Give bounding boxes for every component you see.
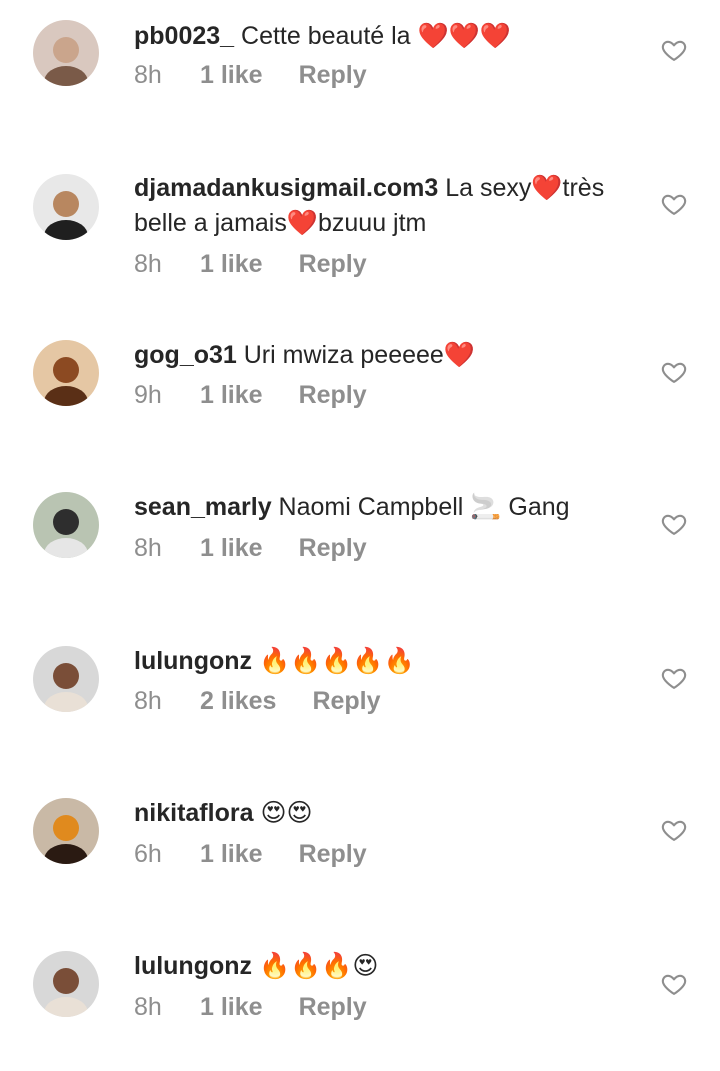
- comment-body: sean_marly Naomi Campbell 🚬 Gang: [134, 489, 624, 525]
- reply-button[interactable]: Reply: [299, 533, 367, 563]
- comment-text: Naomi Campbell: [271, 493, 471, 521]
- comment-username[interactable]: nikitaflora: [134, 799, 253, 827]
- comment-username[interactable]: djamadankusigmail.com3: [134, 174, 438, 202]
- comment-emoji: 😍😍: [260, 798, 313, 827]
- comment-emoji: ❤️: [531, 173, 563, 202]
- comment-text: Cette beauté la: [234, 22, 418, 50]
- comment-likes[interactable]: 1 like: [200, 249, 263, 279]
- comment-meta: 8h 1 like Reply: [134, 60, 367, 90]
- comment-body: lulungonz 🔥🔥🔥🔥🔥: [134, 643, 624, 679]
- comment-timestamp: 8h: [134, 534, 162, 562]
- comment-text: La sexy: [438, 174, 532, 202]
- comment-body: lulungonz 🔥🔥🔥😍: [134, 948, 624, 984]
- comment-body: djamadankusigmail.com3 La sexy❤️très bel…: [134, 170, 624, 241]
- comment-username[interactable]: gog_o31: [134, 341, 237, 369]
- comment-meta: 8h 1 like Reply: [134, 992, 367, 1022]
- comment-meta: 8h 2 likes Reply: [134, 686, 381, 716]
- comment-timestamp: 9h: [134, 381, 162, 409]
- avatar[interactable]: [33, 174, 99, 240]
- reply-button[interactable]: Reply: [299, 839, 367, 869]
- comment-likes[interactable]: 1 like: [200, 60, 263, 90]
- like-heart-icon[interactable]: [660, 816, 688, 844]
- comment-body: pb0023_ Cette beauté la ❤️❤️❤️: [134, 18, 624, 54]
- comment-username[interactable]: sean_marly: [134, 493, 272, 521]
- avatar[interactable]: [33, 20, 99, 86]
- comment-likes[interactable]: 2 likes: [200, 686, 276, 716]
- like-heart-icon[interactable]: [660, 970, 688, 998]
- comment-text-after: Gang: [501, 493, 570, 521]
- comment-timestamp: 8h: [134, 687, 162, 715]
- like-heart-icon[interactable]: [660, 190, 688, 218]
- comment-emoji: 🔥🔥🔥😍: [258, 951, 379, 980]
- like-heart-icon[interactable]: [660, 36, 688, 64]
- avatar[interactable]: [33, 951, 99, 1017]
- comment-emoji: ❤️❤️❤️: [417, 21, 511, 50]
- comment-timestamp: 8h: [134, 250, 162, 278]
- comments-list: pb0023_ Cette beauté la ❤️❤️❤️ 8h 1 like Re…: [0, 0, 720, 1071]
- comment-username[interactable]: pb0023_: [134, 22, 234, 50]
- comment-username[interactable]: lulungonz: [134, 647, 252, 675]
- comment-timestamp: 8h: [134, 61, 162, 89]
- comment-likes[interactable]: 1 like: [200, 533, 263, 563]
- reply-button[interactable]: Reply: [299, 60, 367, 90]
- comment-likes[interactable]: 1 like: [200, 839, 263, 869]
- like-heart-icon[interactable]: [660, 664, 688, 692]
- comment-body: nikitaflora 😍😍: [134, 795, 624, 831]
- comment-text: Uri mwiza peeeee: [236, 341, 444, 369]
- avatar[interactable]: [33, 340, 99, 406]
- comment-meta: 9h 1 like Reply: [134, 380, 367, 410]
- avatar[interactable]: [33, 492, 99, 558]
- comment-meta: 6h 1 like Reply: [134, 839, 367, 869]
- reply-button[interactable]: Reply: [299, 380, 367, 410]
- comment-meta: 8h 1 like Reply: [134, 533, 367, 563]
- comment-likes[interactable]: 1 like: [200, 380, 263, 410]
- comment-username[interactable]: lulungonz: [134, 952, 252, 980]
- avatar[interactable]: [33, 798, 99, 864]
- like-heart-icon[interactable]: [660, 510, 688, 538]
- comment-emoji: 🔥🔥🔥🔥🔥: [258, 646, 415, 675]
- comment-body: gog_o31 Uri mwiza peeeee❤️: [134, 337, 624, 373]
- comment-text: [252, 647, 259, 675]
- reply-button[interactable]: Reply: [299, 992, 367, 1022]
- comment-timestamp: 6h: [134, 840, 162, 868]
- comment-meta: 8h 1 like Reply: [134, 249, 367, 279]
- reply-button[interactable]: Reply: [299, 249, 367, 279]
- comment-likes[interactable]: 1 like: [200, 992, 263, 1022]
- comment-emoji: 🚬: [470, 492, 502, 521]
- avatar[interactable]: [33, 646, 99, 712]
- reply-button[interactable]: Reply: [312, 686, 380, 716]
- comment-timestamp: 8h: [134, 993, 162, 1021]
- comment-text: [252, 952, 259, 980]
- comment-emoji: ❤️: [443, 340, 475, 369]
- like-heart-icon[interactable]: [660, 358, 688, 386]
